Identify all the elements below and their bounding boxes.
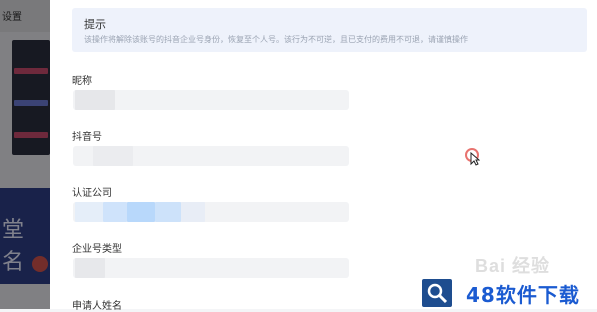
nickname-redacted (75, 90, 115, 110)
douyin-id-field (73, 146, 349, 166)
nickname-label: 昵称 (72, 76, 92, 87)
company-redacted-5 (181, 202, 205, 222)
magnifier-icon (422, 279, 452, 307)
modal-overlay[interactable] (0, 0, 50, 309)
company-redacted-2 (103, 202, 127, 222)
tip-text: 该操作将解除该账号的抖音企业号身份，恢复至个人号。该行为不可逆，且已支付的费用不… (84, 35, 468, 44)
site-watermark: 48软件下载 (418, 277, 597, 309)
company-label: 认证公司 (72, 188, 112, 199)
douyin-id-redacted (93, 146, 133, 166)
company-redacted-4 (155, 202, 181, 222)
mouse-cursor-icon (470, 152, 480, 166)
applicant-label: 申请人姓名 (72, 301, 122, 312)
site-watermark-text: 48软件下载 (466, 282, 580, 307)
company-field (73, 202, 349, 222)
company-redacted-3 (127, 202, 155, 222)
tip-title: 提示 (84, 19, 106, 31)
account-type-field (73, 258, 349, 278)
company-redacted-1 (75, 202, 103, 222)
account-type-redacted (75, 258, 105, 278)
douyin-id-label: 抖音号 (72, 132, 102, 143)
nickname-field (73, 90, 349, 110)
baidu-watermark: Bai 经验 (475, 256, 551, 276)
account-type-label: 企业号类型 (72, 244, 122, 255)
tip-box: 提示 该操作将解除该账号的抖音企业号身份，恢复至个人号。该行为不可逆，且已支付的… (72, 8, 587, 52)
